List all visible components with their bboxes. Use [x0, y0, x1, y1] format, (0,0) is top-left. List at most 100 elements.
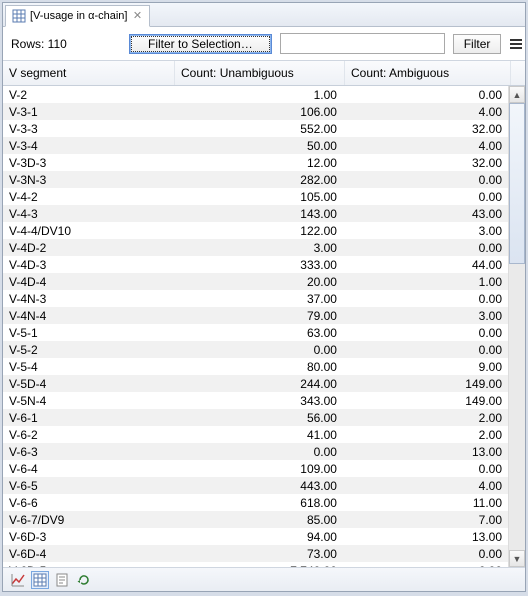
cell-ambiguous: 0.00 — [343, 190, 508, 204]
hamburger-menu-icon[interactable] — [509, 35, 523, 53]
cell-ambiguous: 44.00 — [343, 258, 508, 272]
cell-segment: V-4-3 — [3, 207, 174, 221]
cell-ambiguous: 0.00 — [343, 343, 508, 357]
table-row[interactable]: V-4D-23.000.00 — [3, 239, 508, 256]
table-row[interactable]: V-5D-4244.00149.00 — [3, 375, 508, 392]
cell-ambiguous: 4.00 — [343, 105, 508, 119]
cell-unambiguous: 63.00 — [174, 326, 343, 340]
cell-unambiguous: 105.00 — [174, 190, 343, 204]
table-row[interactable]: V-3-450.004.00 — [3, 137, 508, 154]
table-row[interactable]: V-3D-312.0032.00 — [3, 154, 508, 171]
column-header-unambiguous[interactable]: Count: Unambiguous — [175, 61, 345, 85]
cell-segment: V-6-7/DV9 — [3, 513, 174, 527]
table-row[interactable]: V-5-20.000.00 — [3, 341, 508, 358]
cell-ambiguous: 2.00 — [343, 411, 508, 425]
cell-unambiguous: 41.00 — [174, 428, 343, 442]
cell-unambiguous: 79.00 — [174, 309, 343, 323]
cell-ambiguous: 0.00 — [343, 547, 508, 561]
cell-ambiguous: 149.00 — [343, 377, 508, 391]
line-chart-icon[interactable] — [9, 571, 27, 589]
cell-segment: V-6-1 — [3, 411, 174, 425]
cell-ambiguous: 43.00 — [343, 207, 508, 221]
filter-input[interactable] — [280, 33, 445, 54]
table-row[interactable]: V-5-163.000.00 — [3, 324, 508, 341]
footer-toolbar — [3, 567, 525, 591]
cell-unambiguous: 552.00 — [174, 122, 343, 136]
note-icon[interactable] — [53, 571, 71, 589]
scroll-down-button[interactable]: ▼ — [509, 550, 525, 567]
tab-v-usage[interactable]: [V-usage in α-chain] ✕ — [5, 5, 150, 27]
cell-unambiguous: 244.00 — [174, 377, 343, 391]
cell-segment: V-3-4 — [3, 139, 174, 153]
table-panel: [V-usage in α-chain] ✕ Rows: 110 Filter … — [2, 2, 526, 592]
cell-ambiguous: 3.00 — [343, 309, 508, 323]
table-row[interactable]: V-6D-473.000.00 — [3, 545, 508, 562]
cell-segment: V-6D-4 — [3, 547, 174, 561]
table-row[interactable]: V-4N-337.000.00 — [3, 290, 508, 307]
cell-unambiguous: 1.00 — [174, 88, 343, 102]
cell-segment: V-4D-2 — [3, 241, 174, 255]
table-row[interactable]: V-5-480.009.00 — [3, 358, 508, 375]
table-row[interactable]: V-5N-4343.00149.00 — [3, 392, 508, 409]
column-header-segment[interactable]: V segment — [3, 61, 175, 85]
grid-wrap: V-21.000.00V-3-1106.004.00V-3-3552.0032.… — [3, 86, 525, 567]
cell-unambiguous: 343.00 — [174, 394, 343, 408]
filter-button[interactable]: Filter — [453, 34, 502, 54]
cell-segment: V-4N-4 — [3, 309, 174, 323]
cell-segment: V-6-2 — [3, 428, 174, 442]
column-header-ambiguous[interactable]: Count: Ambiguous — [345, 61, 511, 85]
cell-ambiguous: 0.00 — [343, 326, 508, 340]
scroll-track[interactable] — [509, 103, 525, 550]
cell-segment: V-6D-3 — [3, 530, 174, 544]
cell-unambiguous: 3.00 — [174, 241, 343, 255]
toolbar: Rows: 110 Filter to Selection… Filter — [3, 27, 525, 61]
table-row[interactable]: V-4-3143.0043.00 — [3, 205, 508, 222]
vertical-scrollbar[interactable]: ▲ ▼ — [508, 86, 525, 567]
cell-segment: V-6-6 — [3, 496, 174, 510]
cell-segment: V-3-3 — [3, 122, 174, 136]
table-row[interactable]: V-4-4/DV10122.003.00 — [3, 222, 508, 239]
cell-ambiguous: 32.00 — [343, 122, 508, 136]
cell-ambiguous: 0.00 — [343, 173, 508, 187]
refresh-icon[interactable] — [75, 571, 93, 589]
table-row[interactable]: V-6-7/DV985.007.00 — [3, 511, 508, 528]
table-row[interactable]: V-3N-3282.000.00 — [3, 171, 508, 188]
cell-ambiguous: 4.00 — [343, 139, 508, 153]
cell-segment: V-4D-3 — [3, 258, 174, 272]
cell-segment: V-3D-3 — [3, 156, 174, 170]
scroll-thumb[interactable] — [509, 103, 525, 264]
cell-segment: V-2 — [3, 88, 174, 102]
table-row[interactable]: V-3-3552.0032.00 — [3, 120, 508, 137]
table-row[interactable]: V-6-6618.0011.00 — [3, 494, 508, 511]
grid-view-icon[interactable] — [31, 571, 49, 589]
table-row[interactable]: V-4N-479.003.00 — [3, 307, 508, 324]
table-row[interactable]: V-6-4109.000.00 — [3, 460, 508, 477]
cell-unambiguous: 50.00 — [174, 139, 343, 153]
table-row[interactable]: V-6-241.002.00 — [3, 426, 508, 443]
cell-unambiguous: 122.00 — [174, 224, 343, 238]
cell-unambiguous: 618.00 — [174, 496, 343, 510]
table-row[interactable]: V-21.000.00 — [3, 86, 508, 103]
cell-ambiguous: 9.00 — [343, 360, 508, 374]
table-row[interactable]: V-6-5443.004.00 — [3, 477, 508, 494]
table-row[interactable]: V-4-2105.000.00 — [3, 188, 508, 205]
table-row[interactable]: V-6D-394.0013.00 — [3, 528, 508, 545]
cell-unambiguous: 109.00 — [174, 462, 343, 476]
table-row[interactable]: V-4D-420.001.00 — [3, 273, 508, 290]
cell-segment: V-6-4 — [3, 462, 174, 476]
cell-unambiguous: 37.00 — [174, 292, 343, 306]
table-row[interactable]: V-6-156.002.00 — [3, 409, 508, 426]
scroll-up-button[interactable]: ▲ — [509, 86, 525, 103]
table-row[interactable]: V-6-30.0013.00 — [3, 443, 508, 460]
table-row[interactable]: V-4D-3333.0044.00 — [3, 256, 508, 273]
close-icon[interactable]: ✕ — [131, 10, 143, 22]
filter-to-selection-button[interactable]: Filter to Selection… — [129, 34, 272, 54]
cell-segment: V-4N-3 — [3, 292, 174, 306]
tab-strip: [V-usage in α-chain] ✕ — [3, 3, 525, 27]
cell-segment: V-5-4 — [3, 360, 174, 374]
table-row[interactable]: V-3-1106.004.00 — [3, 103, 508, 120]
table-content: V segment Count: Unambiguous Count: Ambi… — [3, 61, 525, 567]
cell-ambiguous: 3.00 — [343, 224, 508, 238]
cell-segment: V-3-1 — [3, 105, 174, 119]
cell-unambiguous: 80.00 — [174, 360, 343, 374]
